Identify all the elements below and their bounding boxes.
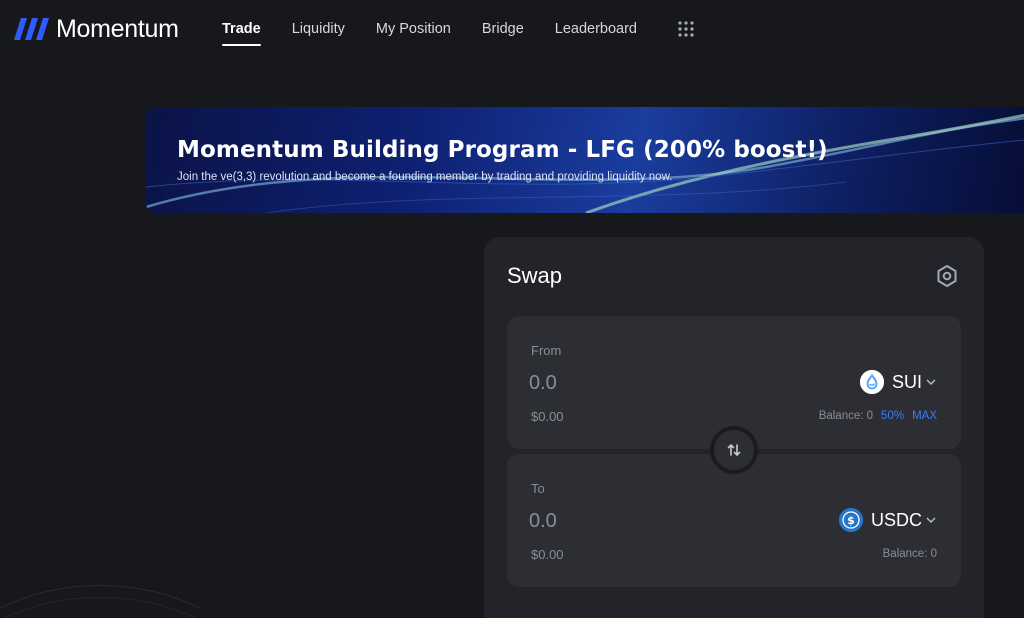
grid-dots-icon[interactable]	[678, 21, 694, 37]
max-button[interactable]: MAX	[912, 410, 937, 422]
to-usd-value: $0.00	[531, 547, 564, 562]
promo-banner[interactable]: Momentum Building Program - LFG (200% bo…	[146, 107, 1024, 213]
banner-subtitle: Join the ve(3,3) revolution and become a…	[177, 171, 673, 183]
top-navigation: Momentum Trade Liquidity My Position Bri…	[0, 0, 1024, 58]
usdc-token-icon: $	[838, 508, 863, 532]
to-amount-input[interactable]	[529, 506, 729, 536]
svg-text:$: $	[847, 514, 855, 527]
swap-card: Swap From $0.00 SUI	[484, 237, 984, 618]
chevron-down-icon	[926, 517, 936, 524]
background-arcs-decoration	[0, 585, 200, 618]
from-usd-value: $0.00	[531, 409, 564, 424]
nav-liquidity[interactable]: Liquidity	[292, 16, 345, 42]
momentum-logo-icon	[14, 18, 49, 40]
from-balance-row: Balance: 0 50% MAX	[819, 410, 937, 422]
from-balance: Balance: 0	[818, 410, 874, 422]
to-label: To	[531, 481, 545, 496]
swap-title: Swap	[507, 263, 563, 288]
banner-title: Momentum Building Program - LFG (200% bo…	[177, 137, 828, 163]
nav-trade[interactable]: Trade	[222, 16, 261, 46]
swap-direction-button[interactable]	[710, 426, 758, 474]
sui-token-icon	[859, 370, 884, 394]
nav-bridge[interactable]: Bridge	[482, 16, 524, 42]
chevron-down-icon	[926, 379, 936, 386]
brand-logo[interactable]: Momentum	[10, 12, 179, 46]
to-token-symbol: USDC	[870, 509, 922, 530]
to-balance-row: Balance: 0	[883, 548, 937, 560]
to-token-selector[interactable]: $ USDC	[838, 508, 937, 532]
half-button[interactable]: 50%	[881, 410, 904, 422]
swap-arrows-icon	[727, 444, 741, 456]
from-token-selector[interactable]: SUI	[859, 370, 937, 394]
nav-leaderboard[interactable]: Leaderboard	[555, 16, 637, 42]
main-nav: Trade Liquidity My Position Bridge Leade…	[222, 16, 668, 46]
from-token-symbol: SUI	[891, 371, 922, 392]
from-amount-input[interactable]	[529, 368, 729, 398]
brand-name: Momentum	[56, 14, 179, 43]
settings-hexagon-icon[interactable]	[936, 264, 958, 288]
to-balance: Balance: 0	[882, 548, 937, 560]
app-page: Momentum Trade Liquidity My Position Bri…	[0, 0, 1024, 618]
nav-my-position[interactable]: My Position	[376, 16, 451, 42]
from-label: From	[531, 343, 562, 358]
